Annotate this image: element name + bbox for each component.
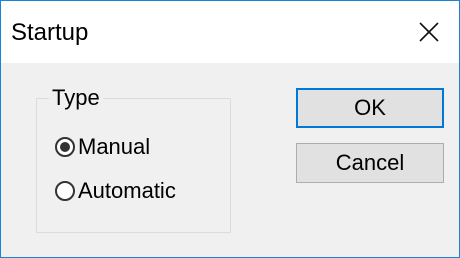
radio-dot-icon <box>60 142 70 152</box>
radio-automatic-label[interactable]: Automatic <box>78 179 176 203</box>
cancel-button[interactable]: Cancel <box>296 143 444 183</box>
radio-manual[interactable]: Manual <box>55 135 150 159</box>
radio-manual-label[interactable]: Manual <box>78 135 150 159</box>
close-icon <box>418 21 440 43</box>
radio-selected-icon[interactable] <box>55 137 75 157</box>
type-groupbox: Type Manual Automatic <box>36 86 231 233</box>
ok-button[interactable]: OK <box>296 88 444 128</box>
title-bar[interactable]: Startup <box>1 1 459 63</box>
dialog-body: Type Manual Automatic OK Cancel <box>1 63 459 257</box>
window-title: Startup <box>11 19 89 46</box>
group-label: Type <box>49 86 103 110</box>
radio-automatic[interactable]: Automatic <box>55 179 176 203</box>
startup-dialog: Startup Type Manual Automatic OK Cancel <box>0 0 460 258</box>
close-button[interactable] <box>399 1 459 63</box>
radio-unselected-icon[interactable] <box>55 181 75 201</box>
